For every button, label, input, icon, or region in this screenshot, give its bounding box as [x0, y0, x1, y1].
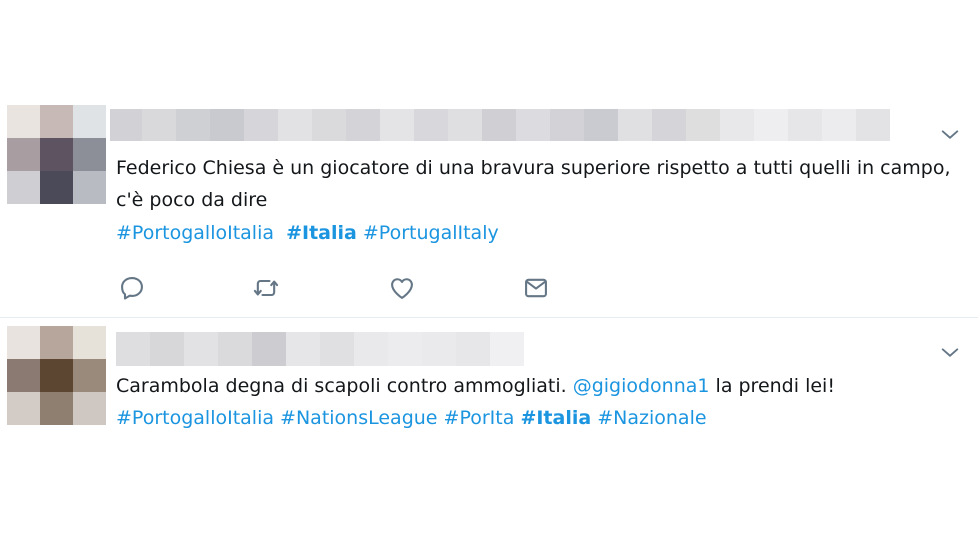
hashtag-link[interactable]: #PortogalloItalia: [116, 222, 274, 244]
hashtag-link[interactable]: #Nazionale: [597, 407, 706, 429]
hashtag-link[interactable]: #PortogalloItalia: [116, 407, 274, 429]
tweet[interactable]: Carambola degna di scapoli contro ammogl…: [0, 318, 978, 448]
avatar[interactable]: [7, 105, 106, 204]
retweet-icon[interactable]: [252, 274, 282, 304]
hashtags: #PortogalloItalia #NationsLeague #PorIta…: [116, 402, 707, 434]
direct-message-icon[interactable]: [522, 274, 552, 304]
hashtag-link[interactable]: #Italia: [520, 407, 591, 429]
chevron-down-icon[interactable]: [939, 124, 961, 146]
user-name-blurred[interactable]: [116, 332, 524, 366]
mention-link[interactable]: @gigiodonna1: [573, 375, 710, 397]
hashtag-link[interactable]: #PortugalItaly: [363, 222, 499, 244]
tweet-text: Federico Chiesa è un giocatore di una br…: [116, 157, 951, 211]
avatar[interactable]: [7, 326, 106, 425]
tweet-text-part: Carambola degna di scapoli contro ammogl…: [116, 375, 573, 397]
chevron-down-icon[interactable]: [939, 342, 961, 364]
tweet-text-part: la prendi lei!: [709, 375, 835, 397]
hashtag-link[interactable]: #Italia: [286, 222, 357, 244]
user-name-blurred[interactable]: [110, 109, 890, 141]
hashtags: #PortogalloItalia #Italia #PortugalItaly: [116, 217, 499, 249]
tweet[interactable]: Federico Chiesa è un giocatore di una br…: [0, 100, 978, 316]
hashtag-link[interactable]: #NationsLeague: [280, 407, 437, 429]
tweet-text: Carambola degna di scapoli contro ammogl…: [116, 370, 956, 402]
reply-icon[interactable]: [118, 274, 148, 304]
hashtag-link[interactable]: #PorIta: [444, 407, 515, 429]
like-icon[interactable]: [388, 274, 418, 304]
